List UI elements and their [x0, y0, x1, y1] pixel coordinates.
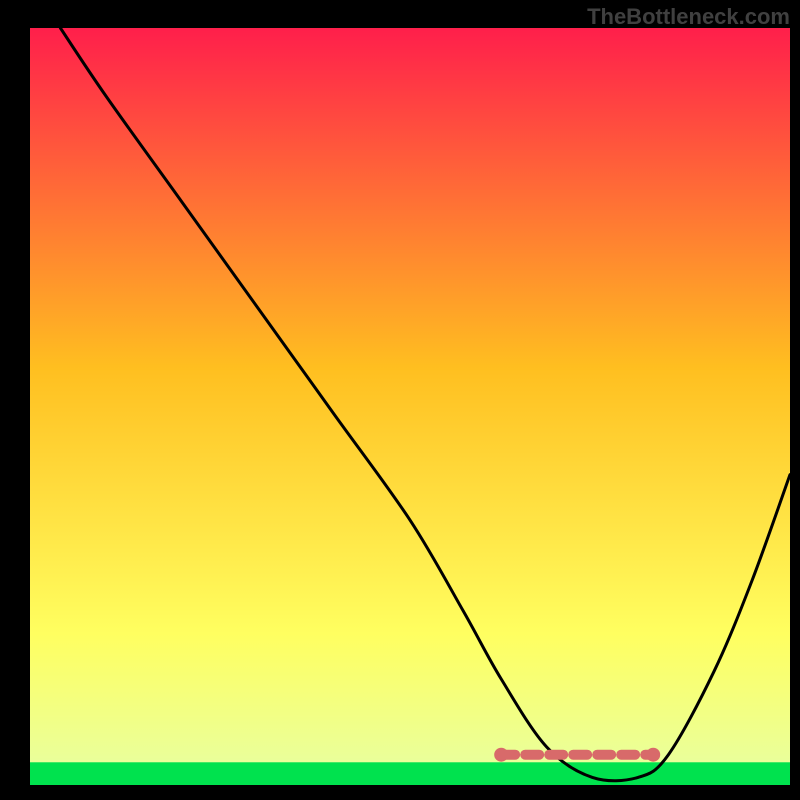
watermark-text: TheBottleneck.com [587, 4, 790, 30]
bottleneck-chart [0, 0, 800, 800]
chart-stage: { "watermark": "TheBottleneck.com", "col… [0, 0, 800, 800]
optimal-band-end-dot [646, 748, 660, 762]
heat-background [30, 28, 790, 785]
optimal-band-start-dot [494, 748, 508, 762]
green-strip [30, 762, 790, 785]
